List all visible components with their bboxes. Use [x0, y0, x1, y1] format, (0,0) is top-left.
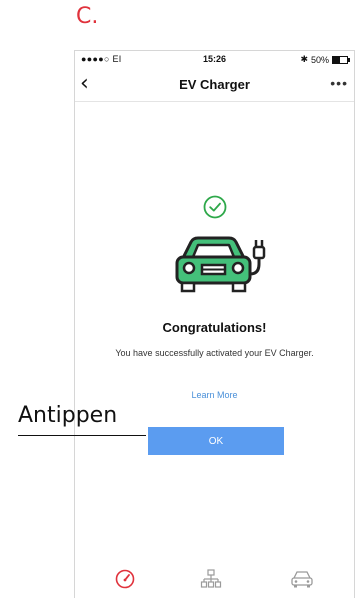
ev-car-plug-icon — [175, 236, 266, 293]
learn-more-link[interactable]: Learn More — [75, 390, 354, 400]
activation-message: You have successfully activated your EV … — [115, 348, 314, 358]
more-options-icon[interactable]: ••• — [330, 76, 348, 90]
page-title: EV Charger — [179, 77, 250, 92]
network-icon[interactable] — [200, 568, 222, 590]
car-icon[interactable] — [290, 568, 314, 590]
congratulations-heading: Congratulations! — [162, 320, 267, 335]
speedometer-icon[interactable] — [114, 568, 136, 590]
check-circle-icon — [203, 195, 227, 219]
navigation-bar: ‹ EV Charger ••• — [75, 69, 354, 102]
tab-bar — [75, 560, 354, 598]
battery-icon — [332, 55, 350, 64]
battery-percent: 50% — [310, 54, 329, 65]
ok-button[interactable]: OK — [148, 427, 284, 455]
phone-screen: ●●●●○ EI 15:26 ✱ 50% ‹ EV Charger ••• Co… — [74, 50, 355, 598]
annotation-label: Antippen — [18, 403, 118, 428]
status-right: ✱ 50% — [300, 54, 350, 65]
annotation-pointer-line — [18, 435, 146, 436]
bluetooth-icon: ✱ — [300, 54, 308, 64]
status-bar: ●●●●○ EI 15:26 ✱ 50% — [75, 51, 354, 67]
figure-letter: C. — [76, 4, 99, 29]
